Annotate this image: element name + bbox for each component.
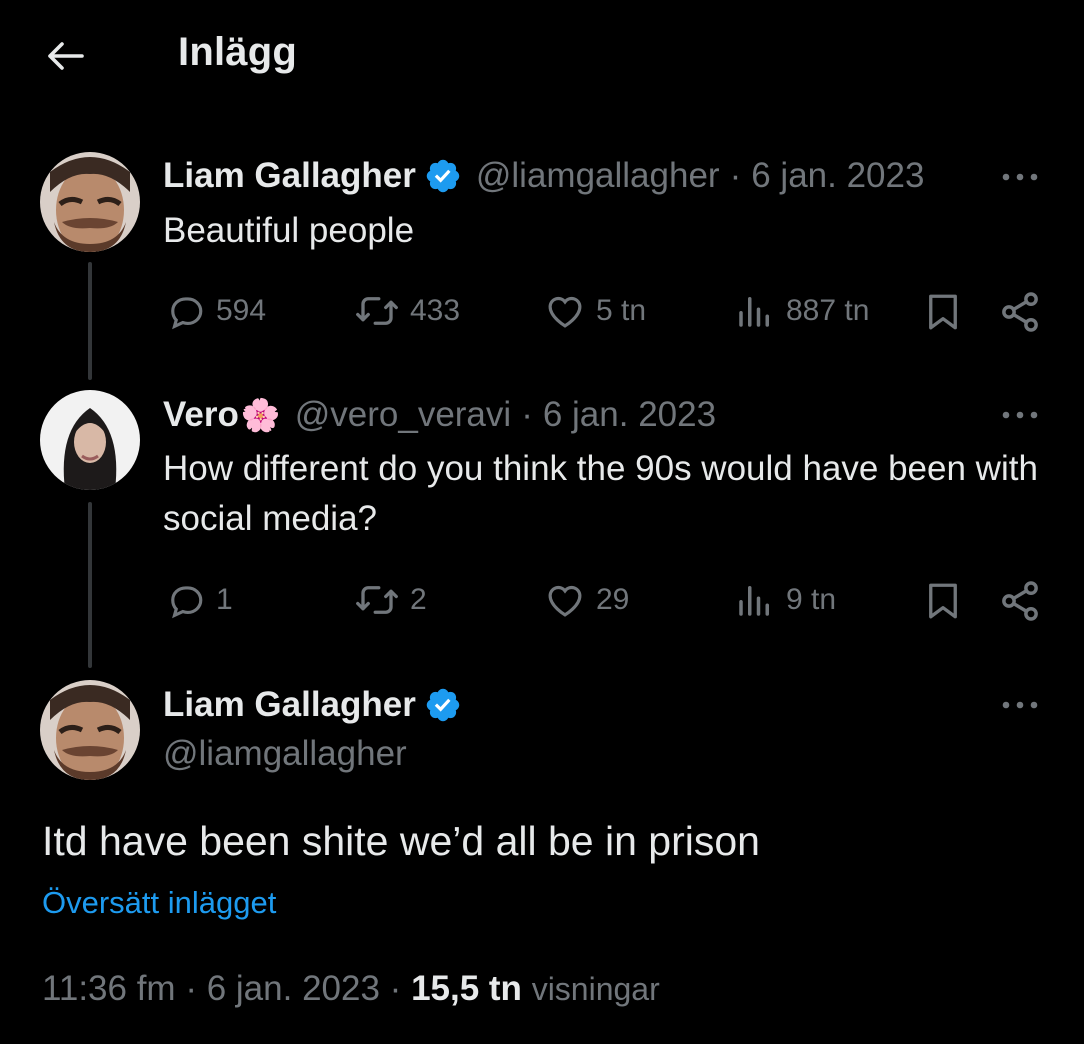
post-date[interactable]: 6 jan. 2023 [543, 395, 716, 435]
verified-badge-icon [426, 688, 460, 722]
post-meta: 11:36 fm · 6 jan. 2023 · 15,5 tn visning… [42, 969, 660, 1009]
more-icon [1002, 701, 1038, 709]
author-handle[interactable]: @vero_veravi [295, 395, 511, 435]
views-count: 887 tn [786, 294, 870, 327]
more-icon [1002, 411, 1038, 419]
thread-line [88, 502, 92, 668]
avatar-vero[interactable] [40, 390, 140, 490]
like-count: 29 [596, 583, 630, 616]
repost-icon [356, 297, 398, 325]
views-total[interactable]: 15,5 tn [411, 969, 522, 1008]
thread-line [88, 262, 92, 380]
more-button[interactable] [1000, 398, 1040, 436]
repost-button[interactable]: 433 [354, 290, 460, 332]
avatar-image [40, 680, 140, 780]
reply-icon [171, 297, 203, 330]
analytics-icon [739, 586, 769, 616]
like-count: 5 tn [596, 294, 647, 327]
reply-button[interactable]: 1 [164, 579, 233, 621]
share-icon [1002, 581, 1038, 621]
post-text: Beautiful people [163, 211, 415, 250]
author-name[interactable]: Liam Gallagher [163, 156, 416, 196]
avatar-liam-gallagher[interactable] [40, 152, 140, 252]
views-button[interactable]: 887 tn [734, 290, 869, 332]
post-date[interactable]: 6 jan. 2023 [207, 969, 380, 1008]
bookmark-icon [929, 294, 957, 330]
author-handle[interactable]: @liamgallagher [163, 734, 407, 774]
more-button[interactable] [1000, 688, 1040, 726]
post-time[interactable]: 11:36 fm [42, 969, 176, 1008]
share-icon [1002, 292, 1038, 332]
repost-count: 433 [410, 294, 461, 327]
views-button[interactable]: 9 tn [734, 579, 836, 621]
like-button[interactable]: 5 tn [544, 290, 646, 332]
views-count: 9 tn [786, 583, 837, 616]
post1-header: Liam Gallagher @liamgallagher · 6 jan. 2… [163, 156, 924, 196]
back-button[interactable] [40, 36, 88, 76]
avatar-image [40, 390, 140, 490]
views-label: visningar [531, 971, 660, 1007]
analytics-icon [739, 297, 769, 327]
author-name[interactable]: Vero [163, 395, 239, 435]
more-button[interactable] [1000, 160, 1040, 198]
heart-icon [548, 296, 582, 328]
separator: · [389, 969, 402, 1008]
reply-icon [171, 586, 203, 619]
bookmark-button[interactable] [922, 579, 964, 628]
heart-icon [548, 585, 582, 617]
post-text: How different do you think the 90s would… [163, 449, 1038, 538]
bookmark-icon [929, 583, 957, 619]
post2-header: Vero 🌸 @vero_veravi · 6 jan. 2023 [163, 395, 716, 435]
separator: · [185, 969, 197, 1008]
main-post-header: Liam Gallagher [163, 685, 462, 725]
post-date[interactable]: 6 jan. 2023 [751, 156, 924, 196]
reply-button[interactable]: 594 [164, 290, 266, 332]
verified-badge-icon [426, 159, 460, 193]
reply-count: 594 [216, 294, 267, 327]
reply-count: 1 [216, 583, 233, 616]
avatar-image [40, 152, 140, 252]
arrow-left-icon [48, 42, 84, 70]
repost-icon [356, 586, 398, 614]
translate-link[interactable]: Översätt inlägget [42, 885, 276, 921]
more-icon [1002, 173, 1038, 181]
repost-button[interactable]: 2 [354, 579, 427, 621]
share-button[interactable] [998, 290, 1042, 339]
main-post-text: Itd have been shite we’d all be in priso… [42, 818, 760, 864]
bookmark-button[interactable] [922, 290, 964, 339]
separator: · [521, 395, 533, 434]
page-title: Inlägg [178, 30, 297, 74]
author-name[interactable]: Liam Gallagher [163, 685, 416, 725]
share-button[interactable] [998, 579, 1042, 628]
flower-emoji: 🌸 [240, 397, 281, 433]
separator: · [729, 156, 742, 195]
avatar-liam-gallagher[interactable] [40, 680, 140, 780]
like-button[interactable]: 29 [544, 579, 629, 621]
author-handle[interactable]: @liamgallagher [476, 156, 720, 196]
repost-count: 2 [410, 583, 427, 616]
